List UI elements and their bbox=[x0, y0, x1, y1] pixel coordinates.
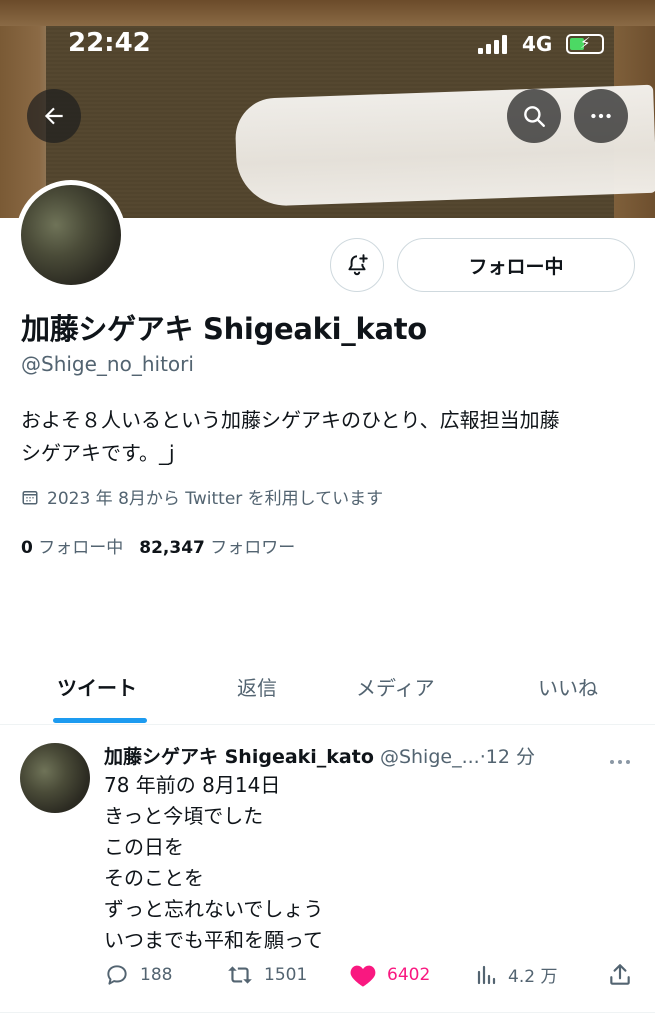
heart-filled-icon bbox=[350, 965, 376, 987]
tweet-time: 12 分 bbox=[485, 746, 535, 768]
views-count: 4.2 万 bbox=[508, 967, 558, 987]
profile-bio: およそ８人いるという加藤シゲアキのひとり、広報担当加藤 シゲアキです。_j bbox=[21, 404, 631, 470]
tweet-more-button[interactable] bbox=[608, 752, 632, 771]
tweet-avatar[interactable] bbox=[20, 743, 90, 813]
display-name: 加藤シゲアキ Shigeaki_kato bbox=[21, 312, 427, 346]
retweet-icon bbox=[228, 966, 252, 984]
tab-likes[interactable]: いいね bbox=[538, 672, 598, 701]
tweet-header: 加藤シゲアキ Shigeaki_kato @Shige_...·12 分 bbox=[104, 742, 535, 769]
reply-count: 188 bbox=[140, 965, 173, 985]
tab-media[interactable]: メディア bbox=[356, 672, 435, 701]
profile-tabs: ツイート 返信 メディア いいね bbox=[0, 652, 655, 725]
tweet-line: この日を bbox=[104, 835, 184, 859]
following-button[interactable]: フォロー中 bbox=[397, 238, 635, 292]
status-bar: 22:42 4G ⚡ bbox=[0, 28, 655, 62]
search-icon bbox=[524, 106, 545, 127]
tweet-line: きっと今頃でした bbox=[104, 804, 264, 828]
notification-button[interactable] bbox=[330, 238, 384, 292]
battery-icon: ⚡ bbox=[566, 34, 604, 54]
tweet-line: いつまでも平和を願って bbox=[104, 928, 323, 952]
tweet-author-name[interactable]: 加藤シゲアキ Shigeaki_kato bbox=[104, 746, 374, 768]
banner-frame bbox=[0, 0, 655, 26]
back-button[interactable] bbox=[27, 89, 81, 143]
arrow-left-icon bbox=[44, 107, 63, 125]
tweet-line: そのことを bbox=[104, 866, 204, 890]
views-bar-chart-icon bbox=[477, 965, 496, 984]
share-icon bbox=[610, 964, 630, 985]
share-button[interactable] bbox=[607, 962, 633, 988]
status-time: 22:42 bbox=[68, 28, 151, 58]
joined-text: 2023 年 8月から Twitter を利用しています bbox=[47, 489, 384, 509]
more-horizontal-icon bbox=[591, 113, 611, 119]
more-button[interactable] bbox=[574, 89, 628, 143]
tweet-line: ずっと忘れないでしょう bbox=[104, 897, 324, 921]
bio-line: シゲアキです。_j bbox=[21, 441, 175, 465]
following-link[interactable]: 0 フォロー中 bbox=[21, 533, 123, 558]
tweet-author-handle: @Shige_... bbox=[379, 746, 480, 768]
bio-line: およそ８人いるという加藤シゲアキのひとり、広報担当加藤 bbox=[21, 408, 560, 432]
followers-count: 82,347 bbox=[139, 538, 205, 558]
tab-tweets[interactable]: ツイート bbox=[57, 672, 137, 701]
reply-icon bbox=[107, 965, 127, 985]
followers-link[interactable]: 82,347 フォロワー bbox=[139, 533, 295, 558]
follow-counts: 0 フォロー中 82,347 フォロワー bbox=[21, 533, 295, 558]
following-count: 0 bbox=[21, 538, 33, 558]
more-horizontal-icon bbox=[610, 760, 630, 764]
tweet-line: 78 年前の 8月14日 bbox=[104, 773, 281, 797]
retweet-count: 1501 bbox=[264, 965, 308, 985]
views-button[interactable]: 4.2 万 bbox=[474, 962, 557, 987]
divider bbox=[0, 1012, 655, 1013]
followers-label: フォロワー bbox=[210, 538, 296, 558]
tweet-text: 78 年前の 8月14日 きっと今頃でした この日を そのことを ずっと忘れない… bbox=[104, 770, 323, 956]
profile-avatar[interactable] bbox=[16, 180, 126, 290]
joined-date: 2023 年 8月から Twitter を利用しています bbox=[21, 484, 383, 509]
bell-plus-icon bbox=[348, 254, 368, 276]
like-button[interactable]: 6402 bbox=[349, 962, 430, 988]
tweet-actions: 188 1501 6402 4.2 万 bbox=[104, 962, 634, 992]
user-handle: @Shige_no_hitori bbox=[21, 352, 194, 376]
calendar-icon bbox=[22, 490, 38, 504]
reply-button[interactable]: 188 bbox=[104, 962, 172, 988]
like-count: 6402 bbox=[387, 965, 431, 985]
following-label: フォロー中 bbox=[38, 538, 124, 558]
signal-icon bbox=[478, 34, 507, 54]
tab-replies[interactable]: 返信 bbox=[237, 672, 277, 701]
retweet-button[interactable]: 1501 bbox=[226, 962, 307, 988]
network-type: 4G bbox=[522, 32, 553, 56]
search-button[interactable] bbox=[507, 89, 561, 143]
active-tab-indicator bbox=[53, 718, 147, 723]
